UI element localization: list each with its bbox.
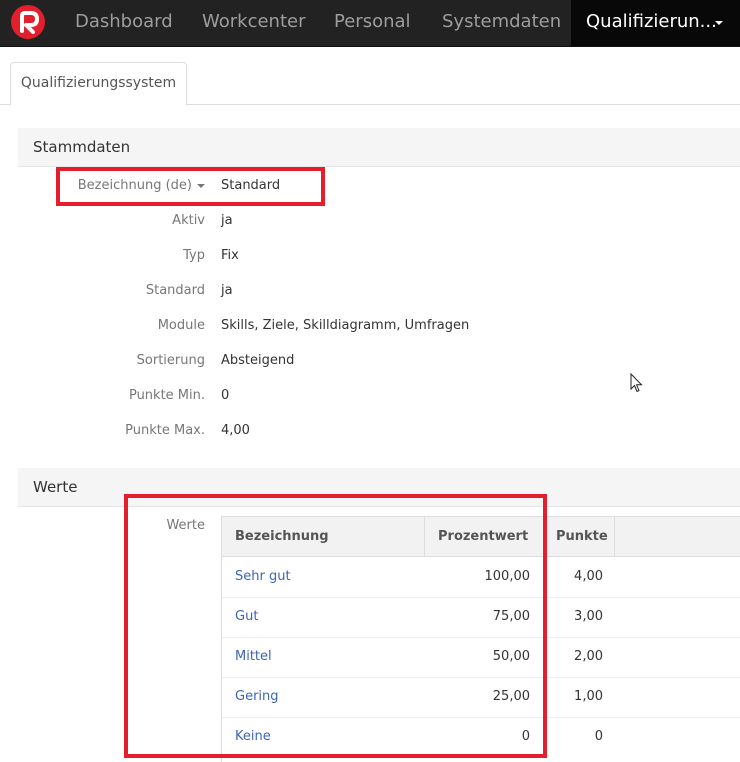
section-title: Werte <box>33 478 78 496</box>
tab-qualifizierungssystem[interactable]: Qualifizierungssystem <box>10 62 187 106</box>
top-navbar: Dashboard Workcenter Personal Systemdate… <box>0 0 740 47</box>
column-header-punkte[interactable]: Punkte <box>545 517 615 556</box>
value-points: 3,00 <box>574 609 603 624</box>
section-title: Stammdaten <box>33 138 131 156</box>
field-value: 0 <box>221 388 230 403</box>
field-value: ja <box>221 283 233 298</box>
field-label: Sortierung <box>136 353 205 368</box>
field-value: Absteigend <box>221 353 295 368</box>
field-value: 4,00 <box>221 423 250 438</box>
nav-qualifizierung-label: Qualifizierun... <box>586 11 717 32</box>
field-label: Aktiv <box>172 213 205 228</box>
field-label: Module <box>157 318 205 333</box>
nav-workcenter[interactable]: Workcenter <box>202 0 306 46</box>
field-value: Fix <box>221 248 239 263</box>
field-label: Punkte Max. <box>125 423 205 438</box>
field-label: Typ <box>183 248 205 263</box>
tab-bar: Qualifizierungssystem <box>0 62 740 106</box>
value-points: 2,00 <box>574 649 603 664</box>
value-points: 0 <box>594 729 603 744</box>
field-label: Punkte Min. <box>128 388 205 403</box>
highlight-box <box>56 167 325 206</box>
nav-systemdaten[interactable]: Systemdaten <box>442 0 561 46</box>
section-stammdaten-header: Stammdaten <box>18 128 740 167</box>
highlight-box <box>124 494 547 758</box>
field-label: Standard <box>145 283 205 298</box>
chevron-down-icon <box>715 21 723 25</box>
tab-label: Qualifizierungssystem <box>20 75 177 91</box>
nav-personal[interactable]: Personal <box>334 0 411 46</box>
app-logo[interactable] <box>11 5 45 39</box>
mouse-cursor-icon <box>630 373 643 393</box>
value-points: 1,00 <box>574 689 603 704</box>
nav-qualifizierung-dropdown[interactable]: Qualifizierun... <box>571 0 740 46</box>
value-points: 4,00 <box>574 569 603 584</box>
nav-dashboard[interactable]: Dashboard <box>75 0 173 46</box>
field-value: Skills, Ziele, Skilldiagramm, Umfragen <box>221 318 470 333</box>
field-value: ja <box>221 213 233 228</box>
